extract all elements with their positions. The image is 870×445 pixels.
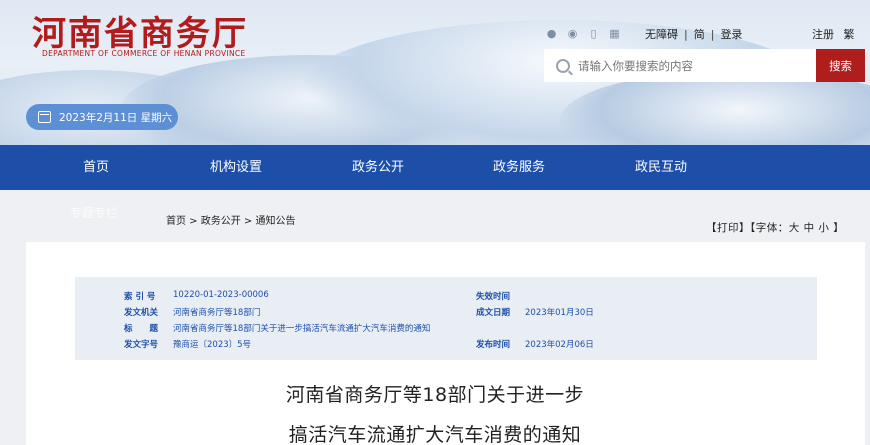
meta-written-label: 成文日期 — [476, 308, 511, 318]
meta-issuer-value: 河南省商务厅等18部门 — [173, 308, 261, 318]
meta-title-label: 标 题 — [124, 324, 159, 334]
top-links-right: 注册 繁 — [812, 27, 855, 41]
nav-item-organization[interactable]: 机构设置 — [210, 145, 262, 190]
nav-item-home[interactable]: 首页 — [83, 145, 109, 190]
breadcrumb[interactable]: 首页 > 政务公开 > 通知公告 — [166, 212, 295, 227]
top-links: 无障碍 | 简 | 登录 — [645, 26, 742, 42]
date-badge: 2023年2月11日 星期六 — [26, 104, 178, 130]
main-nav: 首页 机构设置 政务公开 政务服务 政民互动 — [0, 145, 870, 190]
print-font-tools[interactable]: 【打印】【字体：大 中 小 】 — [706, 220, 844, 235]
meta-expiry-label: 失效时间 — [476, 292, 511, 302]
meta-written-value: 2023年01月30日 — [525, 308, 594, 318]
article-title-line1: 河南省商务厅等18部门关于进一步 — [285, 384, 585, 406]
search-button[interactable]: 搜索 — [816, 49, 865, 82]
nav-item-interaction[interactable]: 政民互动 — [635, 145, 687, 190]
calendar-icon — [38, 111, 51, 123]
nav-item-gov-affairs[interactable]: 政务公开 — [352, 145, 404, 190]
divider: | — [684, 27, 688, 41]
login-link[interactable]: 登录 — [720, 26, 742, 42]
date-text: 2023年2月11日 星期六 — [59, 111, 173, 124]
site-logo-title[interactable]: 河南省商务厅 — [32, 6, 248, 55]
meta-title-value: 河南省商务厅等18部门关于进一步搞活汽车流通扩大汽车消费的通知 — [173, 324, 431, 334]
meta-index-label: 索 引 号 — [124, 292, 156, 302]
meta-docno-value: 豫商运〔2023〕5号 — [173, 340, 252, 350]
site-header: 河南省商务厅 DEPARTMENT OF COMMERCE OF HENAN P… — [0, 0, 870, 145]
weibo-icon[interactable]: ◉ — [566, 28, 579, 40]
divider — [837, 28, 841, 41]
simplified-link[interactable]: 简 — [694, 26, 705, 42]
nav-item-gov-services[interactable]: 政务服务 — [493, 145, 545, 190]
social-icons: ● ◉ ▯ ▦ — [545, 27, 621, 41]
divider: | — [710, 27, 715, 41]
mobile-icon[interactable]: ▯ — [587, 28, 600, 40]
article-title-line2: 搞活汽车流通扩大汽车消费的通知 — [288, 424, 582, 445]
accessibility-link[interactable]: 无障碍 — [645, 26, 678, 42]
site-logo-subtitle: DEPARTMENT OF COMMERCE OF HENAN PROVINCE — [42, 49, 246, 58]
traditional-link[interactable]: 繁 — [844, 26, 855, 42]
meta-published-value: 2023年02月06日 — [525, 340, 594, 350]
meta-index-value: 10220-01-2023-00006 — [173, 290, 269, 300]
search-box — [544, 49, 816, 82]
special-topics-link[interactable]: 专题专栏 — [70, 204, 118, 221]
search-input[interactable] — [578, 58, 798, 73]
meta-docno-label: 发文字号 — [124, 340, 159, 350]
meta-issuer-label: 发文机关 — [124, 308, 159, 318]
register-link[interactable]: 注册 — [812, 26, 834, 42]
wechat-icon[interactable]: ● — [545, 28, 558, 40]
app-icon[interactable]: ▦ — [608, 28, 621, 40]
search-icon — [556, 58, 570, 73]
meta-published-label: 发布时间 — [476, 340, 511, 350]
